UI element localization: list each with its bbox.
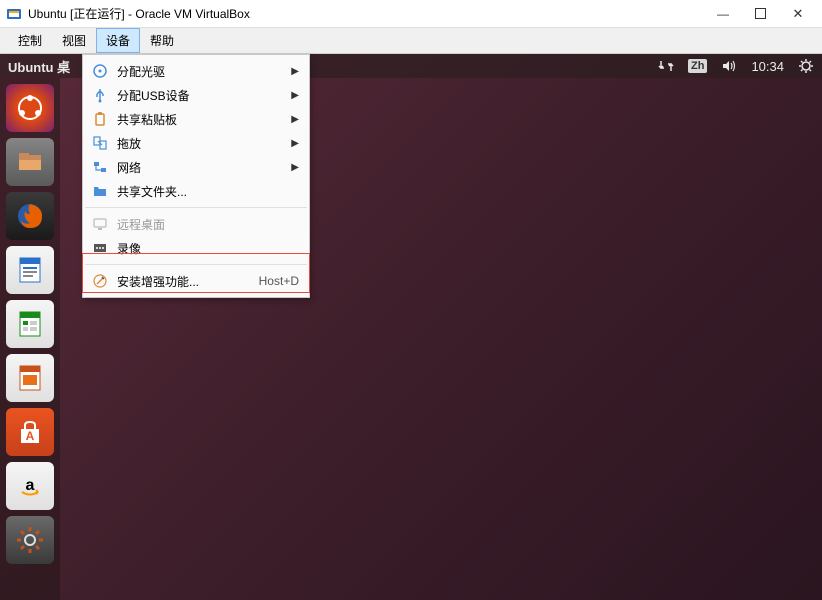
window-controls	[709, 5, 812, 22]
vm-display-area: Ubuntu 桌 Zh 10:34 A a 分	[0, 54, 822, 600]
menu-shared-folders[interactable]: 共享文件夹...	[83, 179, 309, 203]
menu-usb-devices[interactable]: 分配USB设备 ▶	[83, 83, 309, 107]
panel-title: Ubuntu 桌	[8, 57, 70, 76]
host-menubar: 控制 视图 设备 帮助	[0, 28, 822, 54]
maximize-button[interactable]	[755, 8, 766, 19]
chevron-right-icon: ▶	[291, 90, 299, 101]
remote-icon	[91, 215, 109, 233]
drag-icon	[91, 134, 109, 152]
launcher-calc[interactable]	[6, 300, 54, 348]
menu-view[interactable]: 视图	[52, 28, 96, 53]
launcher-firefox[interactable]	[6, 192, 54, 240]
install-icon	[91, 272, 109, 290]
launcher-software-center[interactable]: A	[6, 408, 54, 456]
menu-install-guest-additions[interactable]: 安装增强功能... Host+D	[83, 269, 309, 293]
clock-indicator[interactable]: 10:34	[751, 59, 784, 74]
window-titlebar: Ubuntu [正在运行] - Oracle VM VirtualBox	[0, 0, 822, 28]
launcher-settings[interactable]	[6, 516, 54, 564]
menu-devices[interactable]: 设备	[96, 28, 140, 53]
chevron-right-icon: ▶	[291, 138, 299, 149]
menu-separator	[85, 207, 307, 208]
menu-shared-clipboard[interactable]: 共享粘贴板 ▶	[83, 107, 309, 131]
power-gear-icon[interactable]	[798, 58, 814, 74]
devices-dropdown-menu: 分配光驱 ▶ 分配USB设备 ▶ 共享粘贴板 ▶ 拖放 ▶ 网络 ▶ 共享文件夹…	[82, 54, 310, 298]
menu-video-capture[interactable]: 录像	[83, 236, 309, 260]
disc-icon	[91, 62, 109, 80]
chevron-right-icon: ▶	[291, 114, 299, 125]
menu-help[interactable]: 帮助	[140, 28, 184, 53]
usb-icon	[91, 86, 109, 104]
input-method-indicator[interactable]: Zh	[688, 59, 707, 73]
launcher-amazon[interactable]: a	[6, 462, 54, 510]
panel-indicators: Zh 10:34	[658, 58, 814, 74]
menu-remote-display: 远程桌面	[83, 212, 309, 236]
svg-text:A: A	[26, 429, 35, 443]
chevron-right-icon: ▶	[291, 162, 299, 173]
launcher-files[interactable]	[6, 138, 54, 186]
launcher-dash[interactable]	[6, 84, 54, 132]
network-indicator-icon[interactable]	[658, 58, 674, 74]
menu-network[interactable]: 网络 ▶	[83, 155, 309, 179]
virtualbox-icon	[6, 6, 22, 22]
clipboard-icon	[91, 110, 109, 128]
chevron-right-icon: ▶	[291, 66, 299, 77]
launcher-writer[interactable]	[6, 246, 54, 294]
minimize-button[interactable]	[709, 5, 737, 22]
menu-separator	[85, 264, 307, 265]
volume-indicator-icon[interactable]	[721, 58, 737, 74]
close-button[interactable]	[784, 5, 812, 22]
unity-launcher: A a	[0, 78, 60, 600]
menu-optical-drives[interactable]: 分配光驱 ▶	[83, 59, 309, 83]
folder-icon	[91, 182, 109, 200]
network-icon	[91, 158, 109, 176]
record-icon	[91, 239, 109, 257]
menu-control[interactable]: 控制	[8, 28, 52, 53]
launcher-impress[interactable]	[6, 354, 54, 402]
svg-text:a: a	[26, 477, 35, 494]
menu-drag-and-drop[interactable]: 拖放 ▶	[83, 131, 309, 155]
menu-shortcut: Host+D	[259, 274, 299, 288]
window-title: Ubuntu [正在运行] - Oracle VM VirtualBox	[28, 5, 709, 22]
